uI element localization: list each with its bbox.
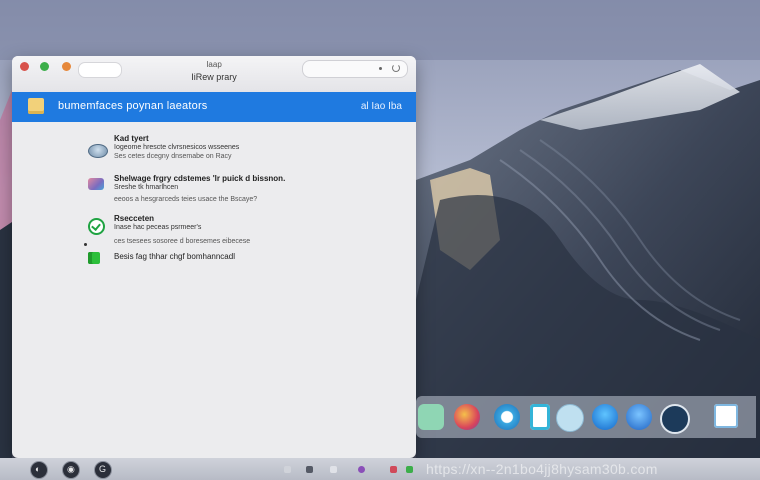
folder-icon [28,98,44,114]
system-icon[interactable] [660,404,690,434]
photos-icon[interactable] [454,404,480,430]
item-title: Rsecceten [114,214,155,223]
header-right-label[interactable]: al Iao Iba [361,101,402,112]
taskbar-app-icon[interactable]: ◉ [62,461,80,479]
item-line: Inase hac peceas psrmeer's [114,224,202,231]
reload-icon[interactable] [392,64,400,72]
dock [416,396,756,438]
mail-icon[interactable] [626,404,652,430]
taskbar-app-icon[interactable]: ◐ [30,461,48,479]
safari-icon[interactable] [494,404,520,430]
item-title: Besis fag thhar chgf bomhanncadl [114,252,235,261]
item-line: eeoos a hesgrarceds teies usace the Bsca… [114,196,258,203]
tray-icon[interactable] [358,466,365,473]
tray-icon[interactable] [330,466,337,473]
tray-icon[interactable] [306,466,313,473]
dock-app-icon[interactable] [418,404,444,430]
taskbar: ◐ ◉ G https://xn--2n1bo4jj8hysam30b.com [0,458,760,480]
document-icon[interactable] [714,404,738,428]
search-input[interactable] [302,60,408,78]
item-line: Ses cetes dcegny dnsemabe on Racy [114,153,232,160]
search-dot-icon [379,67,382,70]
box-icon [88,178,104,190]
finder-icon[interactable] [556,404,584,432]
disk-icon [88,144,108,158]
taskbar-app-icon[interactable]: G [94,461,112,479]
tray-icon[interactable] [406,466,413,473]
item-title: Kad tyert [114,134,149,143]
header-bar: bumemfaces poynan laeators al Iao Iba [12,92,416,122]
watermark-text: https://xn--2n1bo4jj8hysam30b.com [426,461,658,477]
item-line: ces tsesees sosoree d boresemes eibecese [114,238,251,245]
bullet-icon [84,243,87,246]
tray-icon[interactable] [284,466,291,473]
app-store-icon[interactable] [592,404,618,430]
preview-icon[interactable] [530,404,550,430]
tray-icon[interactable] [390,466,397,473]
item-line: Sreshe tk hmarlhcen [114,184,179,191]
item-title: Shelwage frgry cdstemes 'lr puick d biss… [114,174,286,183]
green-app-icon [88,252,100,264]
app-window: Iaap IiRew prary bumemfaces poynan laeat… [12,56,416,458]
window-titlebar: Iaap IiRew prary [12,56,416,93]
header-title: bumemfaces poynan laeators [58,100,208,112]
content-area: Kad tyert Iogeome hrescte clvrsnesicos w… [12,122,416,458]
item-line: Iogeome hrescte clvrsnesicos wsseenes [114,144,240,151]
check-icon [88,218,105,235]
